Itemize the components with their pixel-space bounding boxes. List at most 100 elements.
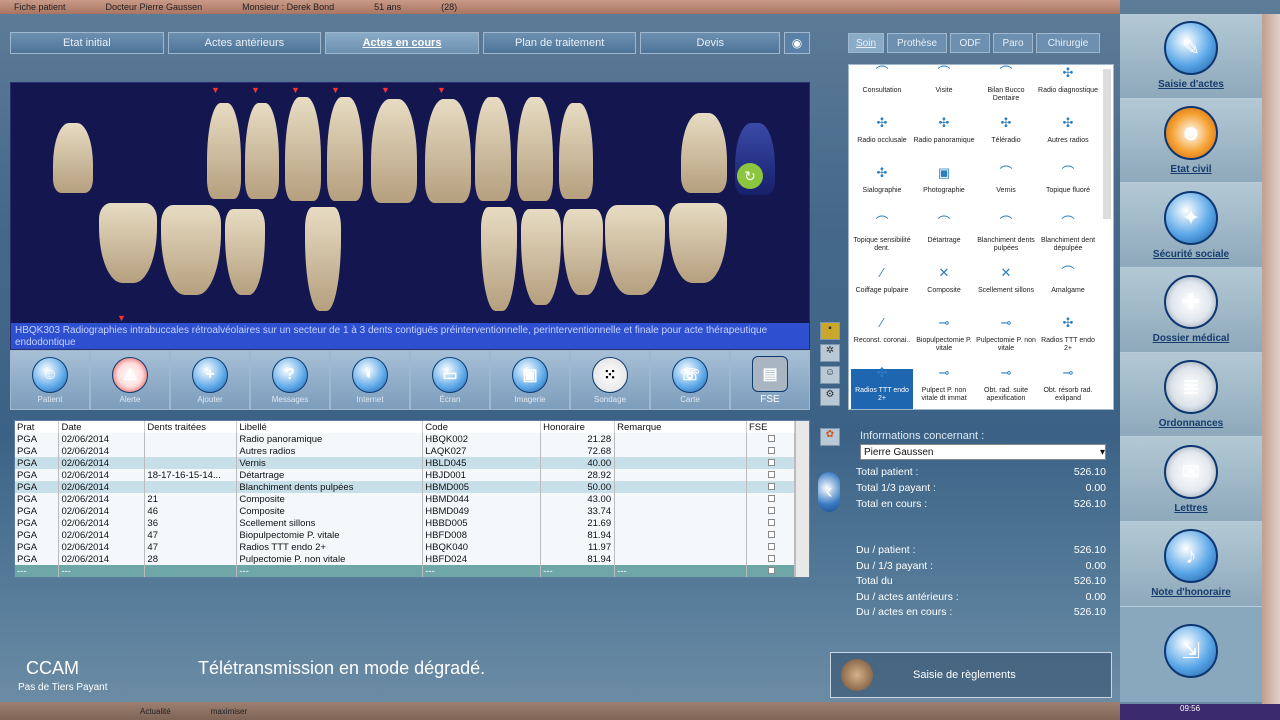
messages-button[interactable]: ? Messages: [250, 350, 330, 410]
act-item[interactable]: ⊸ Biopulpectomie P. vitale: [913, 316, 975, 369]
tooth[interactable]: [563, 209, 603, 295]
act-item[interactable]: ⌒ Bilan Bucco Dentaire: [975, 66, 1037, 119]
tooth[interactable]: [669, 203, 727, 283]
face-icon[interactable]: ☺: [820, 366, 840, 384]
act-item[interactable]: ⊸ Obt. rad. suite apexification: [975, 366, 1037, 409]
globe-icon[interactable]: ◉: [784, 32, 811, 54]
sidebar-item-ordonnances[interactable]: ≣ Ordonnances: [1120, 352, 1262, 438]
act-item[interactable]: ⌒ Topique fluoré: [1037, 166, 1099, 219]
table-row[interactable]: --- --- --- --- --- ---: [15, 565, 796, 577]
act-item[interactable]: ⌒ Détartrage: [913, 216, 975, 269]
fse-checkbox[interactable]: [767, 542, 775, 550]
tooth[interactable]: [285, 97, 321, 201]
rotate-icon[interactable]: ↻: [737, 163, 763, 189]
act-item[interactable]: ✣ Radios TTT endo 2+: [851, 366, 913, 409]
tooth[interactable]: [305, 207, 341, 311]
act-item[interactable]: ✕ Composite: [913, 266, 975, 319]
tooth[interactable]: [161, 205, 221, 295]
table-row[interactable]: PGA 02/06/2014 47 Biopulpectomie P. vitale H…: [15, 529, 796, 541]
sidebar-item-etat-civil[interactable]: ☻ Etat civil: [1120, 98, 1262, 184]
tab-etat-initial[interactable]: Etat initial: [10, 32, 164, 54]
tooth[interactable]: [559, 103, 593, 199]
tab-actes-anterieurs[interactable]: Actes antérieurs: [167, 32, 322, 54]
cell-fse[interactable]: [746, 553, 796, 565]
fse-checkbox[interactable]: [767, 494, 775, 502]
act-item[interactable]: ✕ Scellement sillons: [975, 266, 1037, 319]
tab-plan-traitement[interactable]: Plan de traitement: [482, 32, 637, 54]
tooth[interactable]: [371, 99, 417, 203]
tooth[interactable]: [521, 209, 561, 305]
table-row[interactable]: PGA 02/06/2014 18-17-16-15-14... Détartrage…: [15, 469, 796, 481]
screen-button[interactable]: ▭ Écran: [410, 350, 490, 410]
tab-paro[interactable]: Paro: [993, 33, 1033, 53]
fse-checkbox[interactable]: [767, 566, 775, 574]
act-item[interactable]: ⊸ Obt. résorb rad. exlipand: [1037, 366, 1099, 409]
tooth[interactable]: [225, 209, 265, 295]
tab-actes-en-cours[interactable]: Actes en cours: [325, 32, 479, 54]
tab-odf[interactable]: ODF: [950, 33, 990, 53]
exit-icon[interactable]: ⇲: [1164, 623, 1218, 678]
tooth[interactable]: [605, 205, 665, 295]
tooth[interactable]: [475, 97, 511, 201]
tab-prothese[interactable]: Prothèse: [887, 33, 947, 53]
cell-fse[interactable]: [746, 529, 796, 541]
table-row[interactable]: PGA 02/06/2014 28 Pulpectomie P. non vitale…: [15, 553, 796, 565]
cell-fse[interactable]: [746, 505, 796, 517]
cell-fse[interactable]: [746, 481, 796, 493]
table-row[interactable]: PGA 02/06/2014 Autres radios LAQK027 72.68: [15, 445, 796, 457]
tab-soin[interactable]: Soin: [848, 33, 884, 53]
act-item[interactable]: ⌒ Consultation: [851, 66, 913, 119]
info-icon[interactable]: ✿: [820, 428, 840, 446]
act-item[interactable]: ✣ Radio panoramique: [913, 116, 975, 169]
act-item[interactable]: ⊸ Pulpectomie P. non vitale: [975, 316, 1037, 369]
col-dents[interactable]: Dents traitées: [144, 421, 238, 433]
fse-checkbox[interactable]: [767, 458, 775, 466]
col-honoraire[interactable]: Honoraire: [540, 421, 616, 433]
act-item[interactable]: ✣ Radios TTT endo 2+: [1037, 316, 1099, 369]
sidebar-item-saisie-actes[interactable]: ✎ Saisie d'actes: [1120, 14, 1262, 99]
add-button[interactable]: + Ajouter: [170, 350, 250, 410]
fse-button[interactable]: ▤ FSE: [730, 350, 810, 410]
cell-fse[interactable]: [746, 457, 796, 469]
tooth-tool-icon[interactable]: ▪: [820, 322, 840, 340]
cell-fse[interactable]: [746, 445, 796, 457]
tooth[interactable]: [53, 123, 93, 193]
table-row[interactable]: PGA 02/06/2014 Radio panoramique HBQK002 21.…: [15, 433, 796, 445]
col-code[interactable]: Code: [422, 421, 542, 433]
table-row[interactable]: PGA 02/06/2014 21 Composite HBMD044 43.00: [15, 493, 796, 505]
table-row[interactable]: PGA 02/06/2014 Blanchiment dents pulpées HB…: [15, 481, 796, 493]
tab-chirurgie[interactable]: Chirurgie: [1036, 33, 1100, 53]
fse-checkbox[interactable]: [767, 434, 775, 442]
col-fse[interactable]: FSE: [746, 421, 796, 433]
tooth[interactable]: [517, 97, 553, 201]
probing-button[interactable]: ⁙ Sondage: [570, 350, 650, 410]
cell-fse[interactable]: [746, 469, 796, 481]
imaging-button[interactable]: ▣ Imagerie: [490, 350, 570, 410]
tooth[interactable]: [207, 103, 241, 199]
tab-devis[interactable]: Devis: [640, 32, 781, 54]
settings-icon[interactable]: ⚙: [820, 388, 840, 406]
act-item[interactable]: ✣ Sialographie: [851, 166, 913, 219]
table-scrollbar[interactable]: [795, 421, 809, 577]
sidebar-item-securite-sociale[interactable]: ✦ Sécurité sociale: [1120, 183, 1262, 269]
col-prat[interactable]: Prat: [15, 421, 60, 433]
tooth[interactable]: [99, 203, 157, 283]
tooth[interactable]: [425, 99, 471, 203]
tooth[interactable]: [327, 97, 363, 201]
dental-chart[interactable]: ▼ ▼ ▼ ▼ ▼ ▼ ▼ ↻ HBQK303 Radiographies in…: [10, 82, 810, 350]
cell-fse[interactable]: [746, 493, 796, 505]
patient-button[interactable]: ☺ Patient: [10, 350, 90, 410]
fse-checkbox[interactable]: [767, 470, 775, 478]
card-button[interactable]: ☏ Carte: [650, 350, 730, 410]
fse-checkbox[interactable]: [767, 554, 775, 562]
sidebar-item-lettres[interactable]: ✉ Lettres: [1120, 437, 1262, 523]
table-row[interactable]: PGA 02/06/2014 36 Scellement sillons HBBD005…: [15, 517, 796, 529]
internet-button[interactable]: ◐ Internet: [330, 350, 410, 410]
payments-button[interactable]: Saisie de règlements: [830, 652, 1112, 698]
col-date[interactable]: Date: [58, 421, 146, 433]
cell-fse[interactable]: [746, 541, 796, 553]
col-libelle[interactable]: Libellé: [236, 421, 424, 433]
tooth[interactable]: [681, 113, 727, 193]
cell-fse[interactable]: [746, 433, 796, 445]
acts-scrollbar[interactable]: [1103, 69, 1111, 219]
